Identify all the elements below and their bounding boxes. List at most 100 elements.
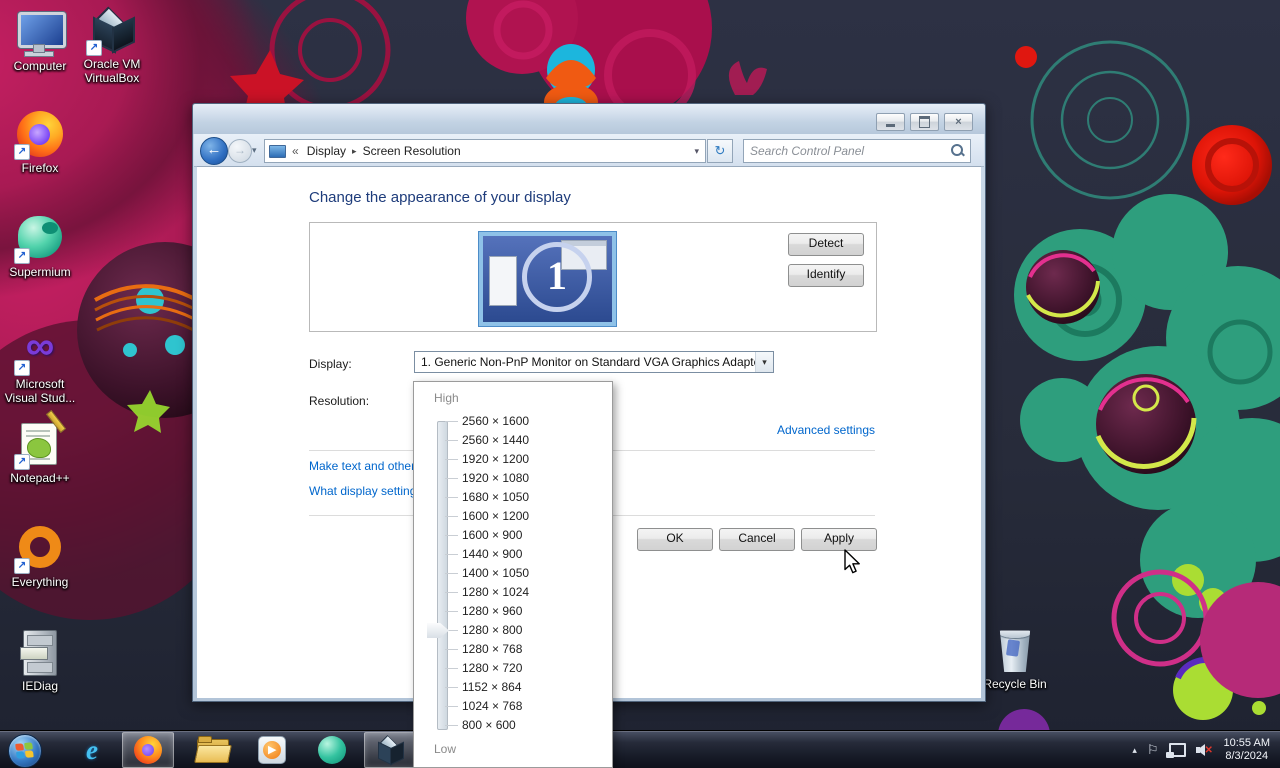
preview-window-graphic xyxy=(489,256,517,306)
display-label: Display: xyxy=(309,357,352,371)
shortcut-arrow-icon: ↗ xyxy=(14,454,30,470)
apply-button[interactable]: Apply xyxy=(801,528,877,551)
breadcrumb-item-screen-resolution[interactable]: Screen Resolution xyxy=(363,144,461,158)
desktop-icon-firefox[interactable]: ↗ Firefox xyxy=(0,110,80,175)
resolution-option[interactable]: 1400 × 1050 xyxy=(414,564,612,583)
taskbar-virtualbox[interactable] xyxy=(364,732,416,768)
taskbar: e ▶ ▴ ⚐ ✕ 10:55 AM 8/3/2024 xyxy=(0,730,1280,768)
maximize-button[interactable] xyxy=(910,113,939,131)
desktop: Computer ↗ Oracle VM VirtualBox ↗ Firefo… xyxy=(0,0,1280,768)
tick-mark xyxy=(445,706,458,707)
system-tray: ▴ ⚐ ✕ 10:55 AM 8/3/2024 xyxy=(1132,731,1280,768)
monitor-preview[interactable]: 1 xyxy=(479,232,616,326)
desktop-icon-computer[interactable]: Computer xyxy=(0,8,80,73)
shortcut-arrow-icon: ↗ xyxy=(86,40,102,56)
back-button[interactable]: ← xyxy=(200,137,228,165)
taskbar-firefox[interactable] xyxy=(122,732,174,768)
monitor-number: 1 xyxy=(522,242,592,312)
desktop-icon-everything[interactable]: ↗ Everything xyxy=(0,524,80,589)
maximize-icon xyxy=(919,116,930,128)
resolution-option[interactable]: 1920 × 1200 xyxy=(414,450,612,469)
computer-icon xyxy=(18,12,66,56)
window-titlebar[interactable]: × xyxy=(193,104,985,134)
tick-mark xyxy=(445,459,458,460)
clock-date: 8/3/2024 xyxy=(1225,750,1269,762)
taskbar-supermium[interactable] xyxy=(306,732,358,768)
desktop-icon-iediag[interactable]: IEDiag xyxy=(0,628,80,693)
resolution-option[interactable]: 1280 × 1024 xyxy=(414,583,612,602)
ok-button[interactable]: OK xyxy=(637,528,713,551)
shortcut-arrow-icon: ↗ xyxy=(14,248,30,264)
desktop-icon-label: Supermium xyxy=(9,265,71,279)
taskbar-media-player[interactable]: ▶ xyxy=(246,732,298,768)
taskbar-clock[interactable]: 10:55 AM 8/3/2024 xyxy=(1224,737,1270,763)
desktop-icon-recycle-bin[interactable]: Recycle Bin xyxy=(975,626,1055,691)
tick-mark xyxy=(445,725,458,726)
desktop-icon-virtualbox[interactable]: ↗ Oracle VM VirtualBox xyxy=(72,6,152,85)
tick-mark xyxy=(445,497,458,498)
page-title: Change the appearance of your display xyxy=(309,189,571,206)
taskbar-windows-explorer[interactable] xyxy=(186,732,238,768)
resolution-option[interactable]: 1280 × 960 xyxy=(414,602,612,621)
recent-pages-dropdown-icon[interactable]: ▾ xyxy=(252,145,257,156)
breadcrumb-item-display[interactable]: Display xyxy=(307,144,346,158)
resolution-option[interactable]: 1024 × 768 xyxy=(414,697,612,716)
tick-mark xyxy=(445,573,458,574)
address-bar[interactable]: « Display ▸ Screen Resolution ▾ xyxy=(264,139,706,163)
cancel-button[interactable]: Cancel xyxy=(719,528,795,551)
show-hidden-icons-button[interactable]: ▴ xyxy=(1132,745,1137,756)
desktop-icon-label: Computer xyxy=(13,59,67,73)
breadcrumb-chevrons[interactable]: « xyxy=(292,144,299,158)
tick-mark xyxy=(445,421,458,422)
detect-button[interactable]: Detect xyxy=(788,233,864,256)
resolution-option[interactable]: 800 × 600 xyxy=(414,716,612,735)
desktop-icon-notepadpp[interactable]: ↗ Notepad++ xyxy=(0,409,80,485)
refresh-button[interactable]: ↻ xyxy=(707,139,733,163)
volume-muted-icon[interactable]: ✕ xyxy=(1195,744,1213,756)
search-icon[interactable] xyxy=(951,144,963,156)
advanced-settings-link[interactable]: Advanced settings xyxy=(681,423,875,437)
resolution-option[interactable]: 1920 × 1080 xyxy=(414,469,612,488)
internet-explorer-icon: e xyxy=(86,734,98,765)
tick-mark xyxy=(445,687,458,688)
action-center-flag-icon[interactable]: ⚐ xyxy=(1147,742,1159,758)
forward-button[interactable]: → xyxy=(228,139,252,163)
resolution-option[interactable]: 2560 × 1600 xyxy=(414,412,612,431)
resolution-option[interactable]: 2560 × 1440 xyxy=(414,431,612,450)
display-dropdown[interactable]: 1. Generic Non-PnP Monitor on Standard V… xyxy=(414,351,774,373)
mute-x-icon: ✕ xyxy=(1204,745,1213,756)
tick-mark xyxy=(445,440,458,441)
tick-mark xyxy=(445,668,458,669)
taskbar-internet-explorer[interactable]: e xyxy=(66,732,118,768)
desktop-icon-label: IEDiag xyxy=(21,679,59,693)
start-button[interactable] xyxy=(8,734,42,768)
windows-logo-icon xyxy=(15,742,35,760)
address-dropdown-icon[interactable]: ▾ xyxy=(694,146,699,157)
text-size-link[interactable]: Make text and other xyxy=(309,459,415,473)
tick-mark xyxy=(445,478,458,479)
network-icon[interactable] xyxy=(1165,743,1186,758)
close-button[interactable]: × xyxy=(944,113,973,131)
shortcut-arrow-icon: ↗ xyxy=(14,144,30,160)
desktop-icon-supermium[interactable]: ↗ Supermium xyxy=(0,214,80,279)
display-settings-link[interactable]: What display setting xyxy=(309,484,416,498)
desktop-icon-label: Oracle VM VirtualBox xyxy=(83,57,141,85)
resolution-dropdown-popup: High 2560 × 1600 2560 × 1440 1920 × 1200 xyxy=(413,381,613,768)
resolution-option[interactable]: 1680 × 1050 xyxy=(414,488,612,507)
minimize-button[interactable] xyxy=(876,113,905,131)
resolution-option[interactable]: 1600 × 1200 xyxy=(414,507,612,526)
navigation-bar: ← → ▾ « Display ▸ Screen Resolution ▾ ↻ xyxy=(194,134,984,167)
close-icon: × xyxy=(955,115,962,128)
search-input[interactable] xyxy=(748,141,942,161)
mouse-cursor xyxy=(844,549,860,574)
media-player-icon: ▶ xyxy=(258,736,286,764)
resolution-option[interactable]: 1600 × 900 xyxy=(414,526,612,545)
desktop-icon-visual-studio[interactable]: ∞ ↗ Microsoft Visual Stud... xyxy=(0,324,80,405)
resolution-option[interactable]: 1280 × 720 xyxy=(414,659,612,678)
supermium-icon xyxy=(318,736,346,764)
resolution-option[interactable]: 1152 × 864 xyxy=(414,678,612,697)
resolution-option[interactable]: 1440 × 900 xyxy=(414,545,612,564)
resolution-option[interactable]: 1280 × 768 xyxy=(414,640,612,659)
search-box[interactable] xyxy=(743,139,971,163)
identify-button[interactable]: Identify xyxy=(788,264,864,287)
